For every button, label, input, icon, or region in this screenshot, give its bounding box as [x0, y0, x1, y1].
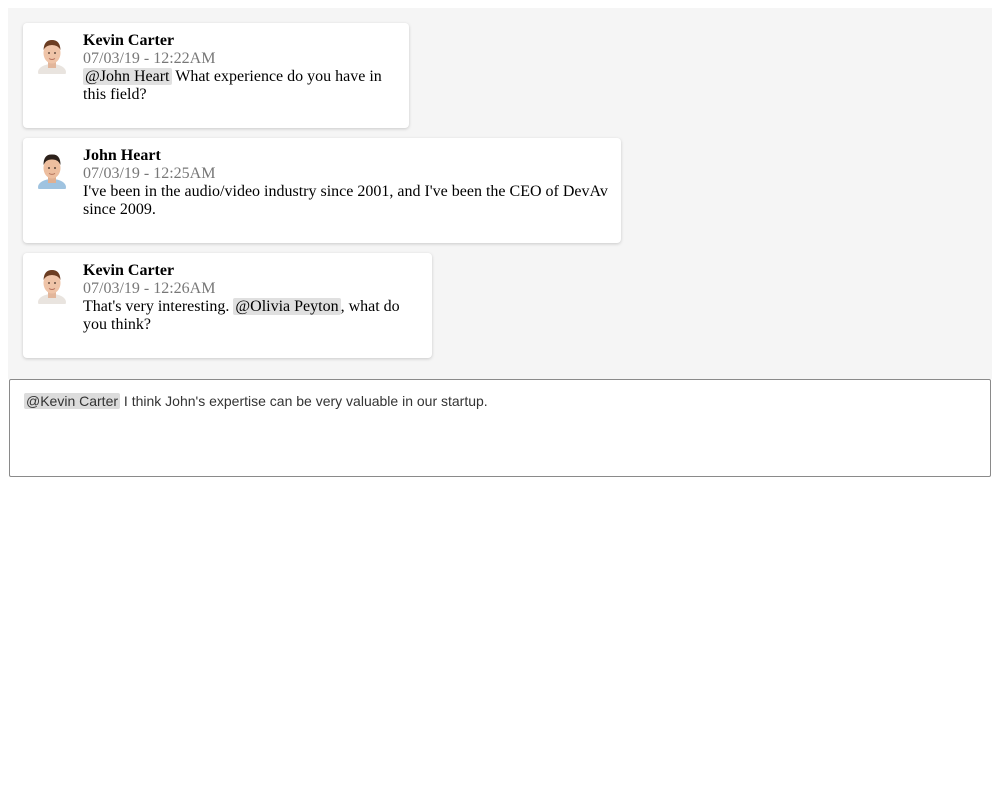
message-text-before: That's very interesting. [83, 298, 234, 315]
mention-tag[interactable]: @Olivia Peyton [233, 298, 341, 315]
reply-text: I think John's expertise can be very val… [120, 393, 488, 409]
reply-input[interactable]: @Kevin Carter I think John's expertise c… [9, 379, 991, 477]
avatar-kevin-carter-icon [36, 36, 68, 74]
message-timestamp: 07/03/19 - 12:26AM [83, 280, 216, 297]
mention-tag[interactable]: @Kevin Carter [24, 393, 121, 409]
message-text: That's very interesting. @Olivia Peyton,… [83, 298, 422, 334]
message-author: Kevin Carter [83, 262, 175, 279]
avatar-john-heart-icon [36, 151, 68, 189]
chat-panel: Kevin Carter 07/03/19 - 12:22AM @John He… [8, 8, 992, 379]
message-text: I've been in the audio/video industry si… [83, 183, 608, 218]
message-card: Kevin Carter 07/03/19 - 12:26AM That's v… [23, 253, 432, 358]
message-card: John Heart 07/03/19 - 12:25AM I've been … [23, 138, 621, 243]
message-text: @John Heart What experience do you have … [83, 68, 399, 104]
avatar-kevin-carter-icon [36, 266, 68, 304]
message-author: John Heart [83, 147, 161, 164]
message-author: Kevin Carter [83, 32, 175, 49]
message-timestamp: 07/03/19 - 12:25AM [83, 165, 216, 182]
message-timestamp: 07/03/19 - 12:22AM [83, 50, 216, 67]
mention-tag[interactable]: @John Heart [83, 68, 172, 85]
message-card: Kevin Carter 07/03/19 - 12:22AM @John He… [23, 23, 409, 128]
